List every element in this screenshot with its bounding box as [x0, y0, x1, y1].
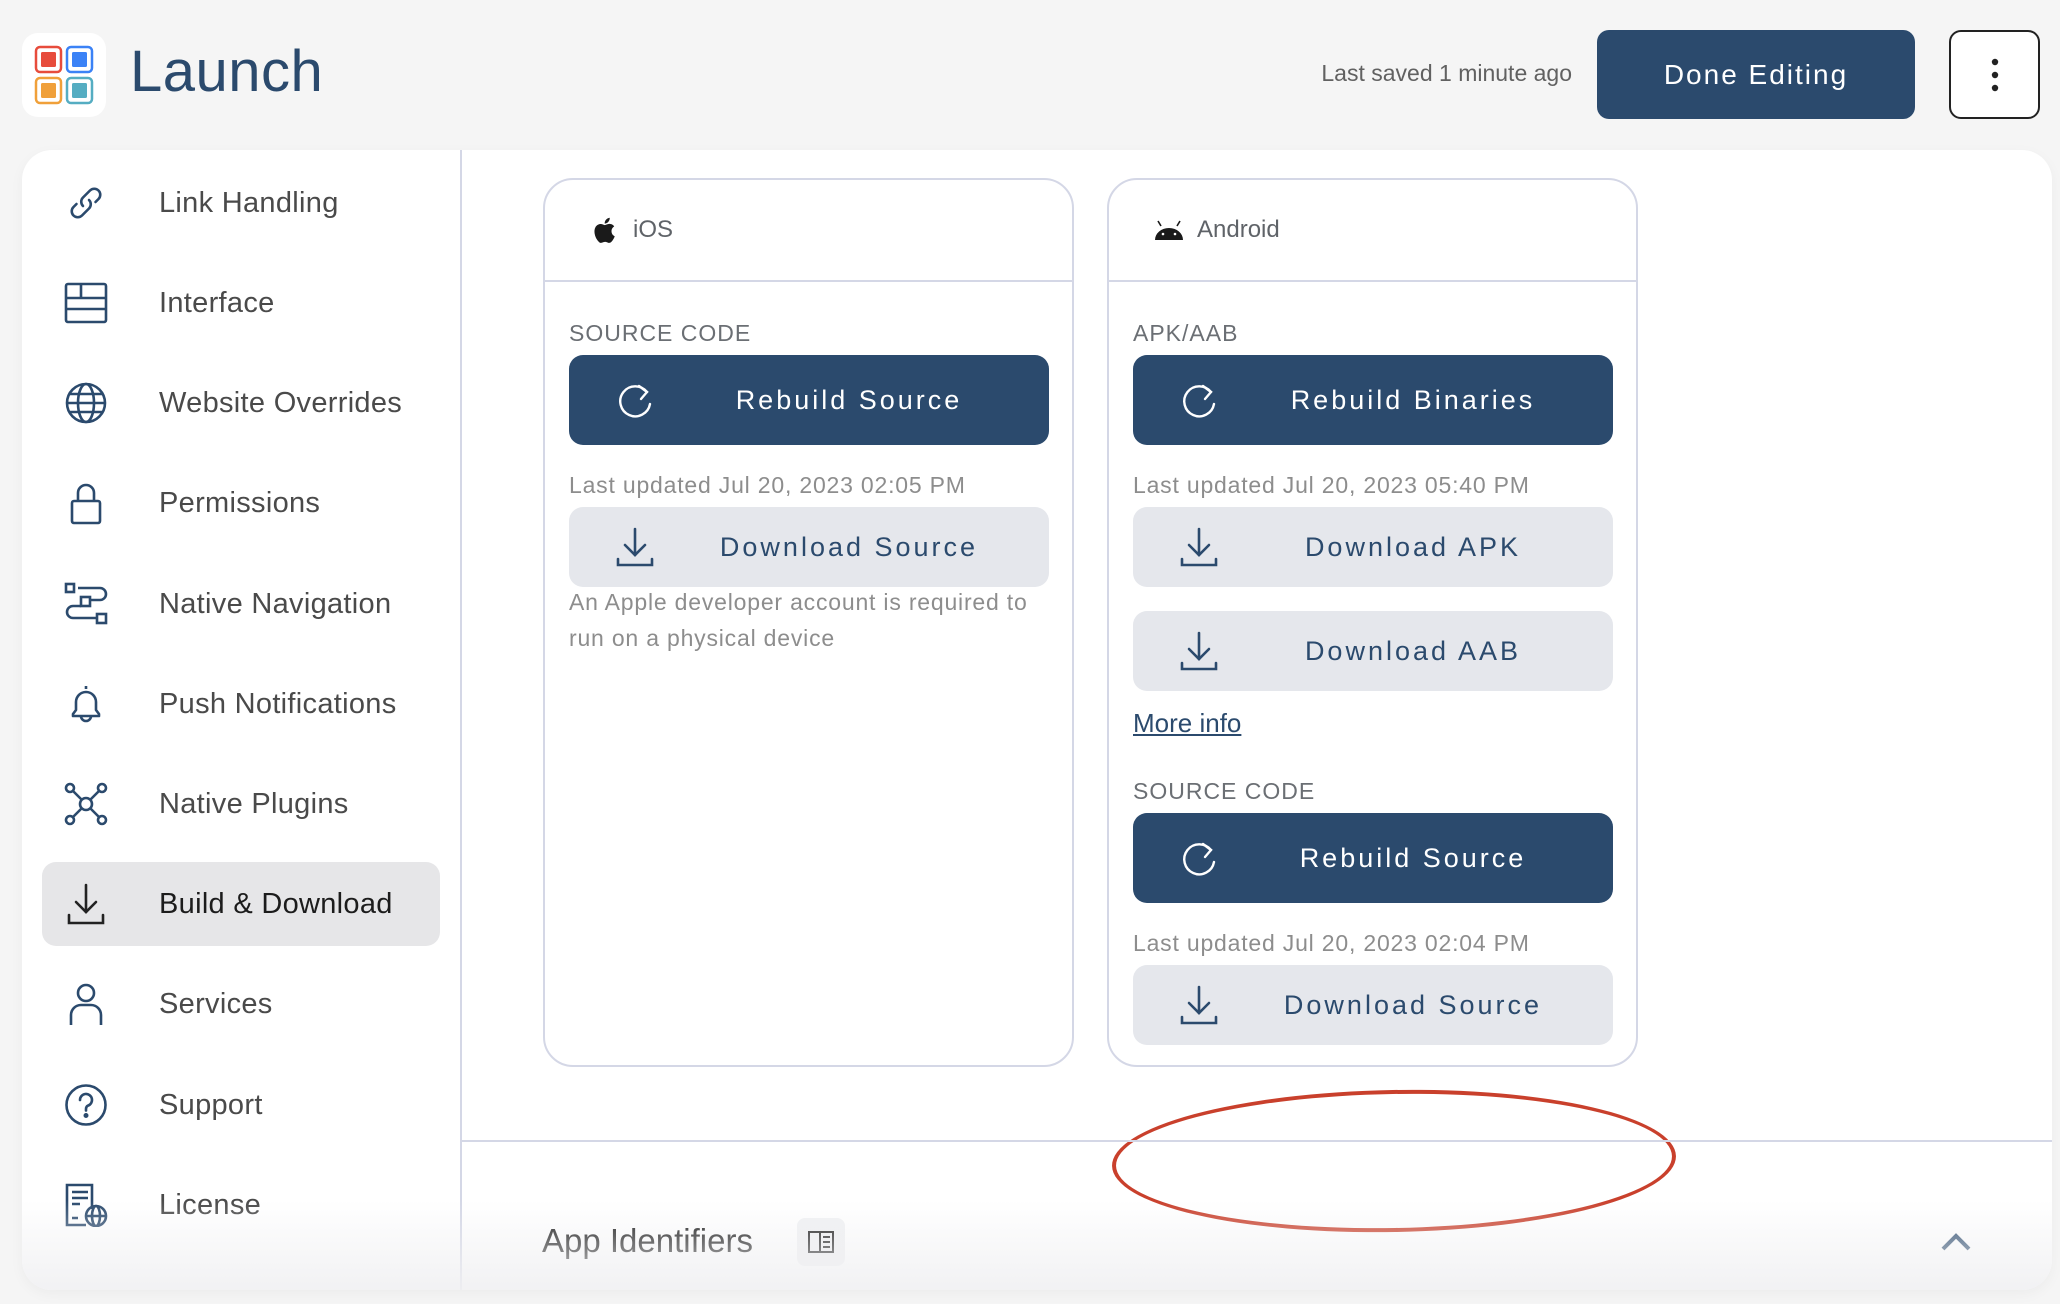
sidebar-item-license[interactable]: License: [42, 1163, 440, 1247]
android-card-header: Android: [1109, 180, 1636, 282]
app-logo: [22, 33, 106, 117]
apk-aab-label: APK/AAB: [1133, 320, 1239, 346]
license-icon: [64, 1183, 108, 1227]
sidebar-item-link-handling[interactable]: Link Handling: [42, 161, 440, 245]
more-info-link[interactable]: More info: [1133, 708, 1241, 739]
sidebar-item-website-overrides[interactable]: Website Overrides: [42, 361, 440, 445]
help-icon: [64, 1083, 108, 1127]
platform-name: iOS: [633, 216, 674, 243]
app-title: Launch: [130, 39, 324, 104]
button-label: Rebuild Source: [735, 384, 963, 415]
sidebar-item-label: Push Notifications: [159, 687, 397, 720]
section-title: App Identifiers: [542, 1222, 753, 1259]
globe-icon: [64, 381, 108, 425]
sidebar-item-label: Support: [159, 1088, 263, 1121]
sidebar-item-label: Website Overrides: [159, 386, 403, 419]
ios-source-last-updated: Last updated Jul 20, 2023 02:05 PM: [569, 472, 966, 498]
button-label: Rebuild Source: [1299, 842, 1527, 873]
source-code-label: SOURCE CODE: [569, 320, 752, 346]
link-icon: [64, 181, 108, 225]
done-editing-button[interactable]: Done Editing: [1597, 30, 1915, 119]
plugins-icon: [64, 782, 108, 826]
download-apk-button[interactable]: Download APK: [1133, 507, 1613, 587]
android-source-last-updated: Last updated Jul 20, 2023 02:04 PM: [1133, 930, 1530, 956]
layout-icon: [64, 281, 108, 325]
platform-name: Android: [1197, 216, 1280, 243]
button-label: Rebuild Binaries: [1290, 384, 1536, 415]
button-label: Download Source: [1283, 989, 1543, 1020]
sidebar-item-support[interactable]: Support: [42, 1063, 440, 1147]
sidebar-item-interface[interactable]: Interface: [42, 261, 440, 345]
sidebar-item-label: License: [159, 1188, 262, 1221]
apple-icon: [594, 217, 615, 243]
button-label: Download AAB: [1304, 635, 1522, 666]
lock-icon: [64, 481, 108, 525]
book-panel-icon: [808, 1231, 834, 1253]
bell-icon: [64, 682, 108, 726]
sidebar-item-label: Build & Download: [159, 887, 393, 920]
android-icon: [1155, 220, 1183, 240]
ios-card: iOS SOURCE CODE Rebuild Source Last upda…: [543, 178, 1074, 1067]
sidebar-item-label: Native Plugins: [159, 787, 349, 820]
ios-download-source-button[interactable]: Download Source: [569, 507, 1049, 587]
more-options-button[interactable]: [1949, 30, 2040, 119]
sidebar-item-label: Services: [159, 987, 273, 1020]
ios-developer-account-note: An Apple developer account is required t…: [569, 589, 1028, 651]
sidebar-item-label: Interface: [159, 286, 275, 319]
download-aab-button[interactable]: Download AAB: [1133, 611, 1613, 691]
sidebar-item-permissions[interactable]: Permissions: [42, 461, 440, 545]
sidebar-item-label: Native Navigation: [159, 587, 392, 620]
sidebar-item-label: Link Handling: [159, 186, 339, 219]
main-panel: Link Handling Interface Website Override…: [22, 150, 2052, 1290]
button-label: Download Source: [719, 531, 979, 562]
sidebar-item-services[interactable]: Services: [42, 962, 440, 1046]
android-binaries-last-updated: Last updated Jul 20, 2023 05:40 PM: [1133, 472, 1530, 498]
ios-rebuild-source-button[interactable]: Rebuild Source: [569, 355, 1049, 445]
android-rebuild-source-button[interactable]: Rebuild Source: [1133, 813, 1613, 903]
sidebar: Link Handling Interface Website Override…: [22, 150, 460, 1290]
button-label: Download APK: [1304, 531, 1522, 562]
section-docs-button[interactable]: [797, 1218, 845, 1266]
sidebar-item-native-plugins[interactable]: Native Plugins: [42, 762, 440, 846]
sidebar-divider: [460, 150, 462, 1290]
source-code-label: SOURCE CODE: [1133, 778, 1316, 804]
android-rebuild-binaries-button[interactable]: Rebuild Binaries: [1133, 355, 1613, 445]
download-icon: [64, 882, 108, 926]
collapse-section-button[interactable]: [1932, 1222, 1980, 1262]
sidebar-item-push-notifications[interactable]: Push Notifications: [42, 662, 440, 746]
kebab-icon: [1991, 58, 1998, 91]
chevron-up-icon: [1941, 1233, 1971, 1251]
user-icon: [64, 982, 108, 1026]
section-divider: [462, 1140, 2052, 1142]
app-grid-logo-icon: [34, 45, 94, 105]
last-saved-status: Last saved 1 minute ago: [1321, 60, 1572, 86]
sidebar-item-build-download[interactable]: Build & Download: [42, 862, 440, 946]
ios-card-header: iOS: [545, 180, 1072, 282]
navigation-flow-icon: [64, 582, 108, 626]
android-card: Android APK/AAB Rebuild Binaries Last up…: [1107, 178, 1638, 1067]
highlight-annotation-ellipse: [1110, 1085, 1678, 1237]
android-download-source-button[interactable]: Download Source: [1133, 965, 1613, 1045]
sidebar-item-label: Permissions: [159, 486, 321, 519]
sidebar-item-native-navigation[interactable]: Native Navigation: [42, 562, 440, 646]
